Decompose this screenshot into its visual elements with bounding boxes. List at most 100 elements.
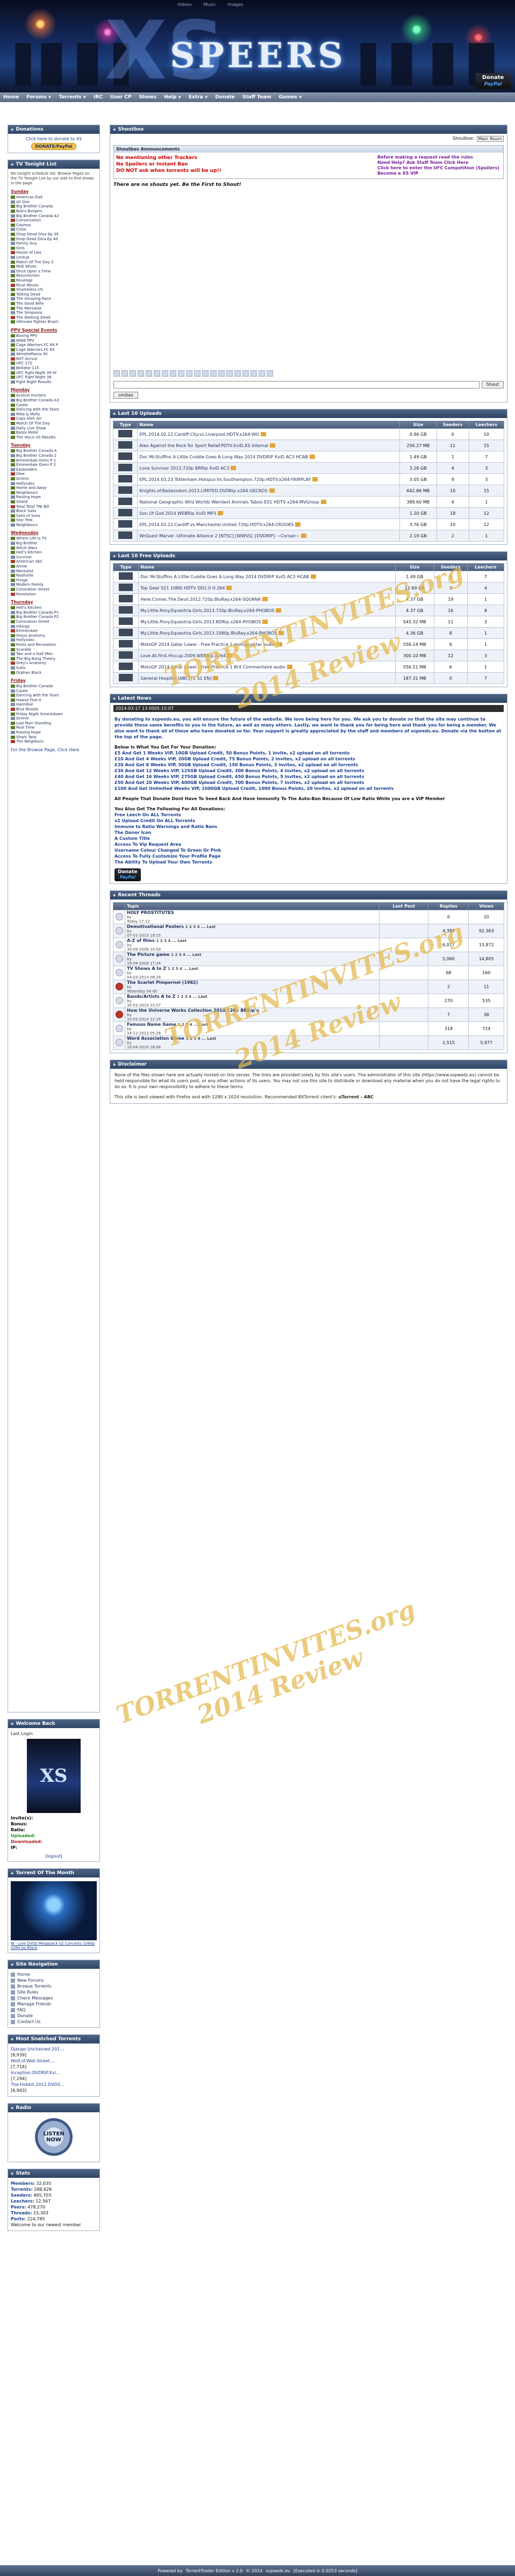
tv-show-name[interactable]: Revenge (16, 278, 33, 283)
tv-show-name[interactable]: Vikings (16, 624, 30, 629)
torrent-row[interactable]: National Geographic Wild Worlds Weirdest… (112, 496, 505, 508)
category-icon[interactable] (119, 651, 133, 659)
tv-show-item[interactable]: Hell's Kitchen (11, 550, 97, 555)
footer-site-link[interactable]: xspeeds.eu (266, 2568, 290, 2573)
shout-button[interactable]: Shout (481, 381, 504, 388)
tv-show-item[interactable]: Two and a Half Men (11, 652, 97, 657)
tv-show-name[interactable]: Drop Dead Diva Ep 40 (16, 237, 58, 241)
news-date[interactable]: 2014-03-17 13 0005:15:07 (113, 705, 504, 712)
shout-input[interactable] (113, 381, 480, 388)
tv-show-name[interactable]: Real Time (16, 725, 34, 730)
tv-day-title[interactable]: Sunday (11, 189, 97, 194)
torrent-row[interactable]: EPL.2014.02.22.Cardiff.City.vs.Liverpool… (112, 428, 505, 440)
info-icon[interactable] (278, 631, 284, 635)
nav-games[interactable]: Games ▼ (279, 95, 302, 100)
info-icon[interactable] (261, 432, 267, 436)
snatched-torrent-link[interactable]: Inception.DVDRIP.Xvi... (11, 2070, 97, 2076)
tv-show-item[interactable]: UFC 172 (11, 361, 97, 366)
category-icon[interactable] (118, 531, 133, 539)
italic-icon[interactable] (121, 370, 128, 377)
tv-show-item[interactable]: Americas Dad (11, 195, 97, 200)
tv-show-item[interactable]: WWE PPV (11, 338, 97, 343)
tv-show-item[interactable]: Greys Anatomy (11, 633, 97, 638)
tv-show-item[interactable]: The Neighbors (11, 739, 97, 744)
torrent-row[interactable]: General Hospital [ABC] [1 S1 EN] 187.31 M… (112, 672, 505, 684)
tv-show-name[interactable]: Suits (16, 666, 25, 670)
tv-show-name[interactable]: WrestleMania 30 (16, 352, 47, 356)
tv-show-name[interactable]: Dancing with the Stars (16, 693, 59, 697)
tv-show-item[interactable]: Home and Away (11, 486, 97, 491)
torrent-name-link[interactable]: Doc McStuffins A Little Cuddle Goes A Lo… (139, 455, 307, 459)
site-nav-item[interactable]: Manage Friends (11, 2001, 97, 2007)
torrent-name-link[interactable]: Knights.of.Badassdom.2013.LIMITED.DVDRip… (139, 488, 267, 493)
tv-show-name[interactable]: Hollyoaks (16, 481, 34, 486)
nav-item-label[interactable]: Donate (17, 2013, 33, 2019)
tv-show-item[interactable]: The Voice US Results (11, 435, 97, 440)
snatched-torrent-link[interactable]: The.Hobbit.2012.DVDS... (11, 2082, 97, 2088)
tv-show-name[interactable]: The Amazing Race (16, 297, 51, 301)
tv-show-name[interactable]: Neighbours (16, 523, 38, 527)
quote-icon[interactable] (154, 370, 160, 377)
tv-show-name[interactable]: Coronation Street (16, 587, 49, 592)
news-donate-button[interactable]: Donate PayPal (115, 868, 141, 881)
smiley-icon[interactable] (234, 370, 241, 377)
snatched-torrent-link[interactable]: Wolf.of.Wall.Street.... (11, 2058, 97, 2064)
site-nav-item[interactable]: Home (11, 1971, 97, 1977)
nav-shows[interactable]: Shows (139, 95, 156, 100)
smiley-icon[interactable] (267, 370, 273, 377)
thread-pages[interactable]: 1 2 3 4 ... Last (178, 1023, 208, 1027)
tv-show-name[interactable]: The Neighbors (16, 739, 44, 744)
tv-show-item[interactable]: The Walking Dead (11, 315, 97, 320)
tv-show-item[interactable]: Match Of The Day 2 (11, 260, 97, 264)
tv-show-item[interactable]: Hannibal (11, 702, 97, 707)
tv-show-item[interactable]: Witch Wars (11, 545, 97, 550)
tv-show-name[interactable]: Neighbours (16, 491, 38, 495)
tv-show-item[interactable]: Black Sails (11, 509, 97, 514)
torrent-of-month-image[interactable] (11, 1881, 97, 1940)
tv-show-item[interactable]: The Amazing Race (11, 297, 97, 301)
tv-show-name[interactable]: Nashville (16, 573, 33, 578)
tv-show-item[interactable]: Boxing PPV (11, 334, 97, 339)
tv-show-name[interactable]: Grimm (16, 477, 29, 481)
tv-show-name[interactable]: Big Brother Canada A3 (16, 398, 59, 402)
category-icon[interactable] (119, 674, 133, 681)
tv-show-item[interactable]: The Good Wife (11, 301, 97, 306)
tv-show-name[interactable]: Hannibal (16, 702, 33, 707)
tv-show-item[interactable]: Lockup (11, 255, 97, 260)
tv-show-name[interactable]: Grimm (16, 716, 29, 721)
tv-show-item[interactable]: Grimm (11, 477, 97, 481)
thread-row[interactable]: TV Shows A to Z 1 2 3 4 ... Last by 04-03-… (113, 966, 504, 980)
tv-show-item[interactable]: Resurrection (11, 274, 97, 278)
tv-show-item[interactable]: Girls (11, 246, 97, 251)
thread-pages[interactable]: 1 2 3 4 ... Last (177, 995, 207, 999)
thread-pages[interactable]: 1 2 3 4 ... Last (168, 967, 198, 971)
tv-show-name[interactable]: Resurrection (16, 274, 40, 278)
announcement-link[interactable]: Need Help? Ask Staff Team Click Here (377, 160, 501, 166)
tv-show-name[interactable]: Big Brother Canada P2 (16, 615, 59, 619)
tv-show-name[interactable]: Castle (16, 689, 28, 693)
thread-title-link[interactable]: The Picture game 1 2 3 4 ... Last (127, 952, 377, 957)
tv-show-item[interactable]: Dancing with the Stars (11, 407, 97, 412)
tv-show-name[interactable]: Hawaii Five-0 (16, 698, 41, 702)
tv-show-name[interactable]: Big Brother Canada 2 (16, 454, 56, 458)
tv-show-item[interactable]: Talking Dead (11, 292, 97, 297)
smiley-icon[interactable] (170, 370, 176, 377)
tv-show-name[interactable]: Conversation (16, 218, 41, 222)
thread-title-link[interactable]: HOLY PROSTITUTES (127, 910, 377, 915)
tv-show-item[interactable]: Mike & Molly (11, 412, 97, 417)
thread-row[interactable]: A-Z of films 1 2 3 4 ... Last by 30-09-200… (113, 938, 504, 952)
category-icon[interactable] (118, 452, 133, 460)
link-icon[interactable] (138, 370, 144, 377)
tv-show-item[interactable]: Big Brother Canada P2 (11, 615, 97, 620)
tv-show-name[interactable]: Last Man Standing (16, 721, 51, 725)
tv-show-name[interactable]: Friday Night Smackdown (16, 712, 63, 716)
tv-show-name[interactable]: Raising Hope (16, 495, 41, 499)
torrent-name-link[interactable]: WrQuest Marvel -Ultimate Alliance 2 [NTS… (139, 534, 299, 538)
site-nav-item[interactable]: Browse Torrents (11, 1983, 97, 1989)
tv-footer-link[interactable]: For the Browse Page, Click Here (11, 747, 97, 752)
tv-show-item[interactable]: Castle (11, 402, 97, 407)
thread-row[interactable]: HOLY PROSTITUTES by Today 17:12 0 10 (113, 910, 504, 924)
info-icon[interactable] (231, 466, 237, 470)
tv-show-name[interactable]: Grey's Anatomy (16, 661, 46, 665)
header-donate-button[interactable]: Donate PayPal (475, 73, 511, 89)
